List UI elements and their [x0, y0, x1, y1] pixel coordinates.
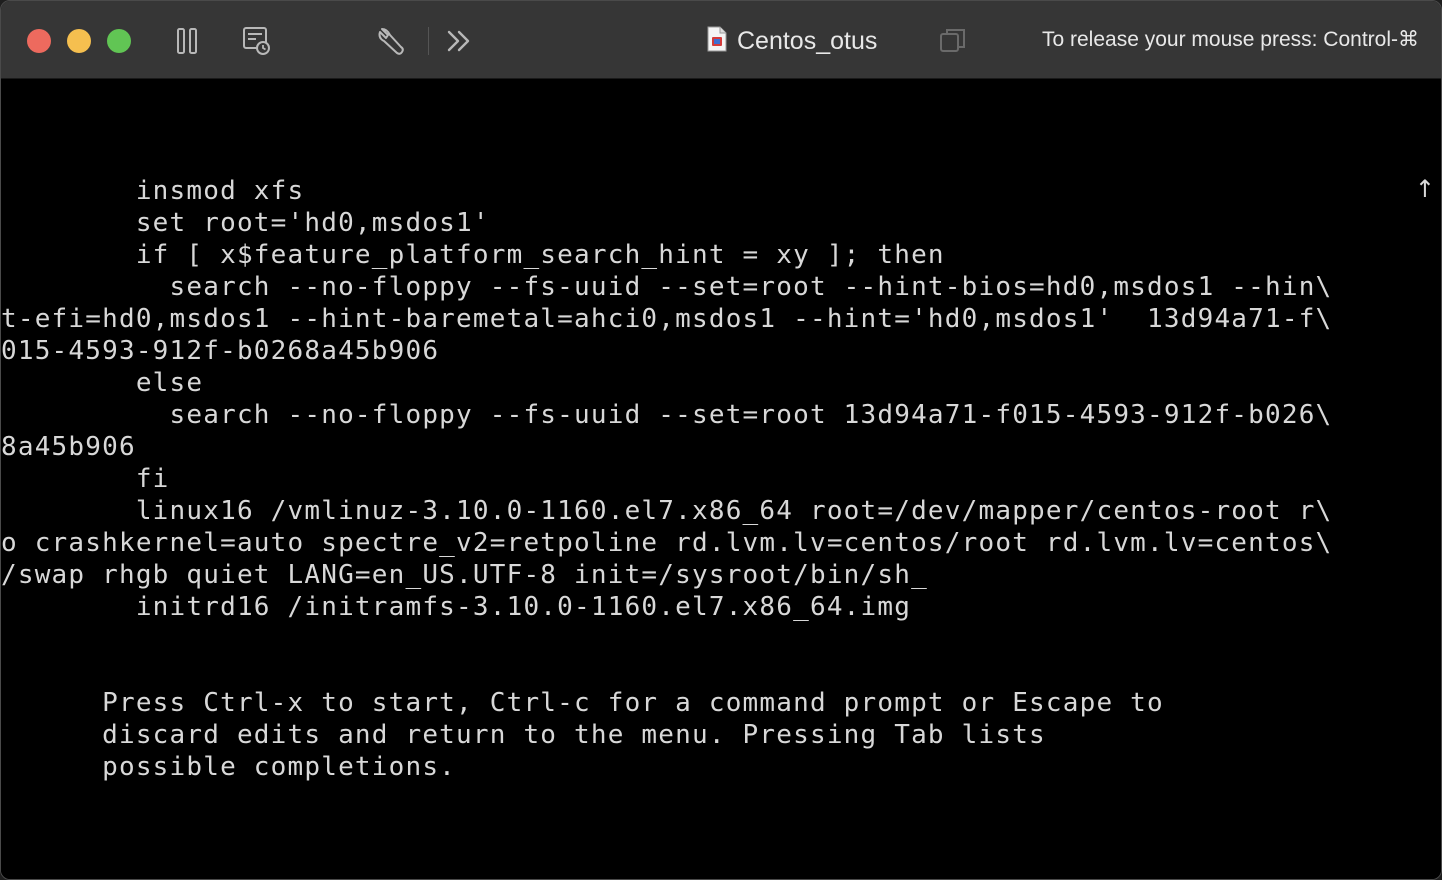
console-line: linux16 /vmlinuz-3.10.0-1160.el7.x86_64 …	[1, 496, 1333, 526]
help-text-line: possible completions.	[1, 752, 457, 782]
help-text-line: discard edits and return to the menu. Pr…	[1, 720, 1046, 750]
window-title-text: Centos_otus	[737, 26, 878, 55]
console-line: if [ x$feature_platform_search_hint = xy…	[1, 240, 945, 270]
console-line: o crashkernel=auto spectre_v2=retpoline …	[1, 528, 1333, 558]
console-line: set root='hd0,msdos1'	[1, 208, 490, 238]
console-line: else	[1, 368, 204, 398]
console-line: insmod xfs	[1, 176, 305, 206]
toolbar-divider	[428, 27, 429, 55]
console-line: 8a45b906	[1, 432, 136, 462]
pause-icon[interactable]	[171, 25, 203, 57]
maximize-window-button[interactable]	[107, 29, 131, 53]
document-icon	[707, 26, 727, 57]
help-text-line: Press Ctrl-x to start, Ctrl-c for a comm…	[1, 688, 1164, 718]
console-line: 015-4593-912f-b0268a45b906	[1, 336, 440, 366]
window-titlebar[interactable]: Centos_otus To release your mouse press:…	[1, 1, 1441, 79]
console-line: search --no-floppy --fs-uuid --set=root …	[1, 272, 1333, 302]
scroll-up-indicator: ↑	[1414, 175, 1435, 203]
mouse-release-hint: To release your mouse press: Control-⌘	[1042, 28, 1419, 51]
copy-window-icon[interactable]	[937, 25, 969, 57]
console-line: t-efi=hd0,msdos1 --hint-baremetal=ahci0,…	[1, 304, 1333, 334]
snapshot-icon[interactable]	[241, 25, 273, 57]
vm-console-screen[interactable]: ↑ insmod xfs set root='hd0,msdos1' if [ …	[1, 79, 1441, 879]
minimize-window-button[interactable]	[67, 29, 91, 53]
more-chevrons-icon[interactable]	[443, 25, 475, 57]
console-line: search --no-floppy --fs-uuid --set=root …	[1, 400, 1333, 430]
console-line: /swap rhgb quiet LANG=en_US.UTF-8 init=/…	[1, 560, 928, 590]
settings-wrench-icon[interactable]	[375, 25, 407, 57]
window-title: Centos_otus	[707, 23, 877, 59]
vm-window: Centos_otus To release your mouse press:…	[0, 0, 1442, 880]
close-window-button[interactable]	[27, 29, 51, 53]
console-line: initrd16 /initramfs-3.10.0-1160.el7.x86_…	[1, 592, 912, 622]
console-line: fi	[1, 464, 170, 494]
